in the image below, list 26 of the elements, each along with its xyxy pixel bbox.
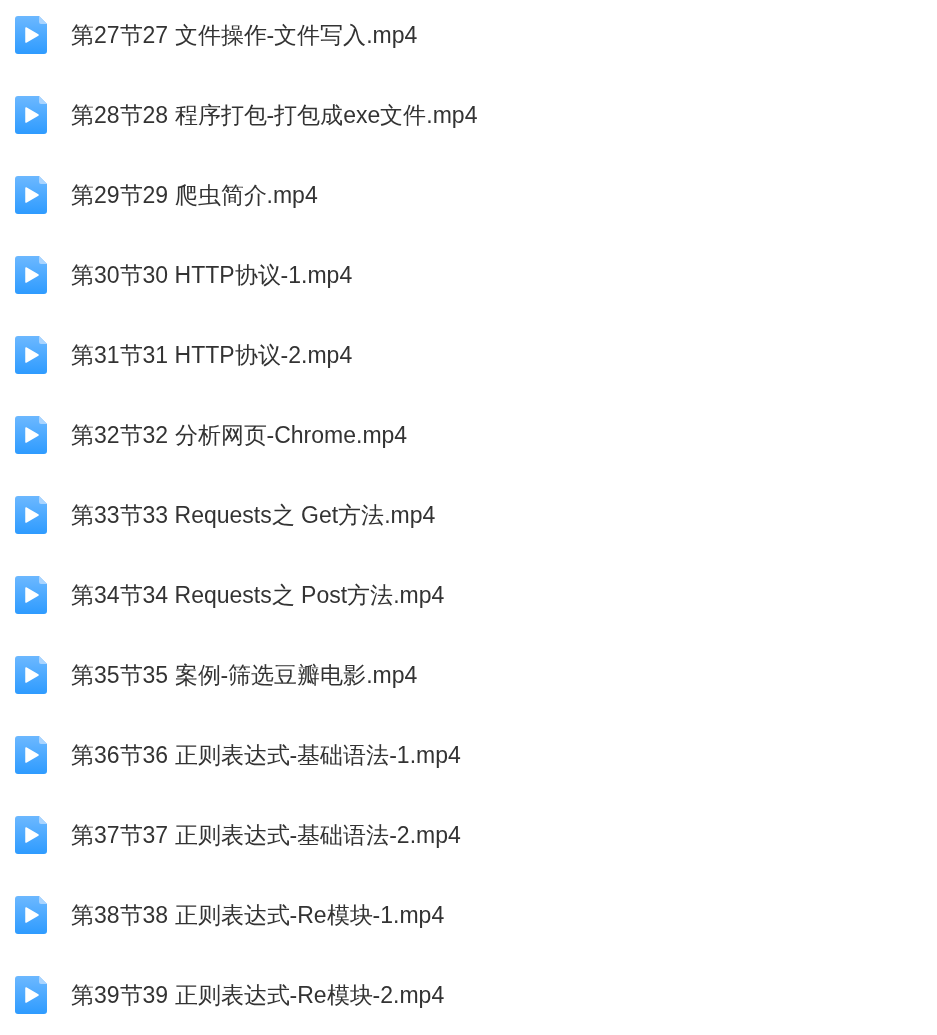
video-file-icon[interactable] [15, 736, 47, 774]
video-file-icon[interactable] [15, 576, 47, 614]
video-file-icon[interactable] [15, 496, 47, 534]
video-file-icon[interactable] [15, 976, 47, 1014]
video-file-icon[interactable] [15, 896, 47, 934]
video-file-icon[interactable] [15, 256, 47, 294]
video-file-icon[interactable] [15, 96, 47, 134]
file-name[interactable]: 第28节28 程序打包-打包成exe文件.mp4 [71, 99, 478, 131]
video-file-icon[interactable] [15, 416, 47, 454]
file-name[interactable]: 第32节32 分析网页-Chrome.mp4 [71, 419, 408, 451]
file-name[interactable]: 第37节37 正则表达式-基础语法-2.mp4 [71, 819, 461, 851]
video-file-icon[interactable] [15, 656, 47, 694]
video-file-icon[interactable] [15, 336, 47, 374]
file-name[interactable]: 第39节39 正则表达式-Re模块-2.mp4 [71, 979, 445, 1011]
file-name[interactable]: 第33节33 Requests之 Get方法.mp4 [71, 499, 436, 531]
video-file-icon[interactable] [15, 816, 47, 854]
file-name[interactable]: 第31节31 HTTP协议-2.mp4 [71, 339, 353, 371]
video-file-icon[interactable] [15, 176, 47, 214]
file-name[interactable]: 第27节27 文件操作-文件写入.mp4 [71, 19, 418, 51]
video-file-icon[interactable] [15, 16, 47, 54]
file-name[interactable]: 第30节30 HTTP协议-1.mp4 [71, 259, 353, 291]
file-name[interactable]: 第38节38 正则表达式-Re模块-1.mp4 [71, 899, 445, 931]
file-name[interactable]: 第36节36 正则表达式-基础语法-1.mp4 [71, 739, 461, 771]
file-name[interactable]: 第29节29 爬虫简介.mp4 [71, 179, 318, 211]
file-name[interactable]: 第35节35 案例-筛选豆瓣电影.mp4 [71, 659, 418, 691]
file-name[interactable]: 第34节34 Requests之 Post方法.mp4 [71, 579, 445, 611]
